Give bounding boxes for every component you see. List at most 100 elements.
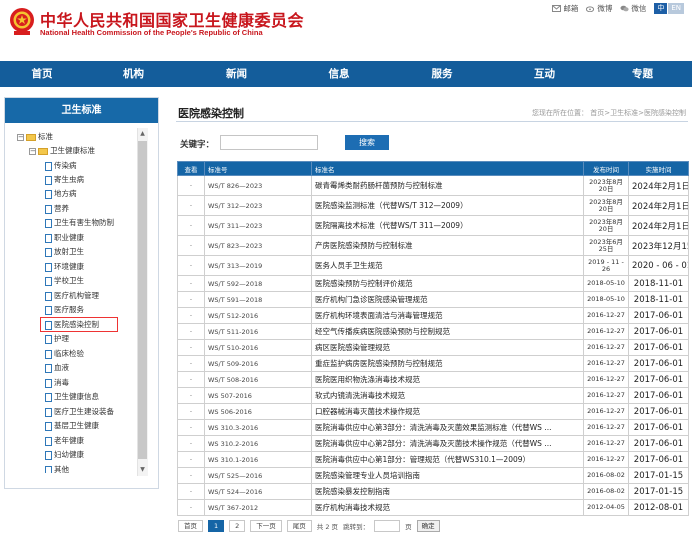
standard-name-link[interactable]: 医疗机构门急诊医院感染管理规范 [311, 291, 584, 308]
tree-item[interactable]: 放射卫生 [45, 246, 84, 258]
collapse-icon[interactable]: − [29, 147, 36, 155]
nav-topics[interactable]: 专题 [593, 61, 692, 87]
standard-name-link[interactable]: 软式内镜清洗消毒技术规范 [311, 387, 584, 404]
tree-item[interactable]: 医疗机构管理 [45, 290, 99, 302]
table-row[interactable]: · WS 310.2-2016 医院消毒供应中心第2部分：清洗消毒及灭菌技术操作规范… [177, 435, 689, 452]
page-1-button[interactable]: 1 [208, 520, 225, 532]
table-row[interactable]: · WS/T 509-2016 重症监护病房医院感染预防与控制规范 2016-12-2… [177, 355, 689, 372]
jump-page-input[interactable] [374, 520, 401, 532]
tree-item[interactable]: 营养 [45, 203, 69, 215]
standard-name-link[interactable]: 经空气传播疾病医院感染预防与控制规范 [311, 323, 584, 340]
published-date: 2016-12-27 [583, 435, 629, 452]
tree-item[interactable]: 妇幼健康 [45, 449, 84, 461]
lang-en-button[interactable]: EN [668, 3, 684, 14]
nav-home[interactable]: 首页 [0, 61, 84, 87]
tree-item[interactable]: 老年健康 [45, 435, 84, 447]
tree-item[interactable]: 卫生有害生物防制 [45, 217, 114, 229]
tree-item[interactable]: 职业健康 [45, 232, 84, 244]
standard-name-link[interactable]: 医疗机构消毒技术规范 [311, 499, 584, 516]
table-row[interactable]: · WS/T 510-2016 病区医院感染管理规范 2016-12-27 2017-0… [177, 339, 689, 356]
standard-name-link[interactable]: 医院消毒供应中心第2部分：清洗消毒及灭菌技术操作规范（代替WS ... [311, 435, 584, 452]
table-row[interactable]: · WS/T 512-2016 医疗机构环境表面清洁与消毒管理规范 2016-12-2… [177, 307, 689, 324]
table-row[interactable]: · WS/T 826—2023 碳青霉烯类耐药肠杆菌预防与控制标准 2023年8月20… [177, 175, 689, 196]
standard-name-link[interactable]: 重症监护病房医院感染预防与控制规范 [311, 355, 584, 372]
table-row[interactable]: · WS/T 592—2018 医院感染预防与控制评价规范 2018-05-10 201… [177, 275, 689, 292]
standard-name-link[interactable]: 医院隔离技术标准（代替WS/T 311—2009） [311, 215, 584, 236]
table-row[interactable]: · WS/T 311—2023 医院隔离技术标准（代替WS/T 311—2009） 2… [177, 215, 689, 236]
tree-item[interactable]: 护理 [45, 333, 69, 345]
table-row[interactable]: · WS 310.3-2016 医院消毒供应中心第3部分：清洗消毒及灭菌效果监测标准… [177, 419, 689, 436]
scroll-down-icon[interactable]: ▼ [138, 465, 147, 475]
table-row[interactable]: · WS/T 313—2019 医务人员手卫生规范 2019 - 11 - 26 202… [177, 255, 689, 276]
document-icon [45, 465, 52, 473]
last-page-button[interactable]: 尾页 [286, 520, 312, 532]
collapse-icon[interactable]: − [17, 133, 24, 141]
tree-item[interactable]: 基层卫生健康 [45, 420, 99, 432]
standard-name-link[interactable]: 医院消毒供应中心第1部分：管理规范（代替WS310.1—2009） [311, 451, 584, 468]
tree-item[interactable]: 血液 [45, 362, 69, 374]
tree-group[interactable]: − 卫生健康标准 [29, 145, 95, 157]
tree-item[interactable]: 寄生虫病 [45, 174, 84, 186]
table-row[interactable]: · WS/T 524—2016 医院感染暴发控制指南 2016-08-02 2017-0… [177, 483, 689, 500]
tree-item[interactable]: 学校卫生 [45, 275, 84, 287]
standard-name-link[interactable]: 医务人员手卫生规范 [311, 255, 584, 276]
table-row[interactable]: · WS/T 312—2023 医院感染监测标准（代替WS/T 312—2009） 2… [177, 195, 689, 216]
table-row[interactable]: · WS/T 508-2016 医院医用织物洗涤消毒技术规范 2016-12-27 20… [177, 371, 689, 388]
tree-item[interactable]: 临床检验 [45, 348, 84, 360]
go-button[interactable]: 确定 [416, 520, 440, 532]
nav-organization[interactable]: 机构 [84, 61, 183, 87]
first-page-button[interactable]: 首页 [178, 520, 203, 532]
standard-name-link[interactable]: 医院感染管理专业人员培训指南 [311, 467, 584, 484]
tree-item-label: 妇幼健康 [54, 450, 84, 459]
standard-name-link[interactable]: 医疗机构环境表面清洁与消毒管理规范 [311, 307, 584, 324]
tree-item[interactable]: 卫生健康信息 [45, 391, 99, 403]
tree-item[interactable]: 医疗卫生建设装备 [45, 406, 114, 418]
nav-information[interactable]: 信息 [290, 61, 388, 87]
tree-root[interactable]: − 标准 [17, 131, 53, 143]
table-row[interactable]: · WS/T 367-2012 医疗机构消毒技术规范 2012-04-05 2012-0… [177, 499, 689, 516]
keyword-input[interactable] [220, 135, 318, 150]
national-emblem-icon[interactable] [8, 7, 36, 37]
tree-item-label: 医疗卫生建设装备 [54, 407, 114, 416]
table-row[interactable]: · WS/T 525—2016 医院感染管理专业人员培训指南 2016-08-02 20… [177, 467, 689, 484]
table-row[interactable]: · WS/T 591—2018 医疗机构门急诊医院感染管理规范 2018-05-10 2… [177, 291, 689, 308]
nav-services[interactable]: 服务 [388, 61, 496, 87]
col-effective-header: 实施时间 [628, 161, 689, 176]
document-icon [45, 233, 52, 243]
search-button[interactable]: 搜索 [345, 135, 389, 150]
tree-item[interactable]: 消毒 [45, 377, 69, 389]
scroll-up-icon[interactable]: ▲ [138, 129, 147, 139]
tree-item[interactable]: 传染病 [45, 160, 77, 172]
table-row[interactable]: · WS/T 823—2023 产房医院感染预防与控制标准 2023年6月25日 202… [177, 235, 689, 256]
nav-news[interactable]: 新闻 [183, 61, 290, 87]
standard-name-link[interactable]: 医院消毒供应中心第3部分：清洗消毒及灭菌效果监测标准（代替WS ... [311, 419, 584, 436]
next-page-button[interactable]: 下一页 [250, 520, 282, 532]
tree-item[interactable]: 其他 [45, 464, 69, 473]
lang-zh-button[interactable]: 中 [654, 3, 668, 14]
tree-item[interactable]: 环境健康 [45, 261, 84, 273]
published-date: 2023年8月20日 [583, 195, 629, 216]
wechat-link[interactable]: 微信 [620, 3, 646, 14]
standard-name-link[interactable]: 医院感染监测标准（代替WS/T 312—2009） [311, 195, 584, 216]
tree-root-label: 标准 [38, 132, 53, 141]
tree-item-label: 临床检验 [54, 349, 84, 358]
standard-name-link[interactable]: 口腔器械消毒灭菌技术操作规范 [311, 403, 584, 420]
standard-name-link[interactable]: 医院感染预防与控制评价规范 [311, 275, 584, 292]
weibo-link[interactable]: 微博 [586, 3, 612, 14]
tree-item[interactable]: 地方病 [45, 188, 77, 200]
standard-name-link[interactable]: 病区医院感染管理规范 [311, 339, 584, 356]
page-2-button[interactable]: 2 [229, 520, 246, 532]
standard-name-link[interactable]: 医院医用织物洗涤消毒技术规范 [311, 371, 584, 388]
tree-item[interactable]: 医疗服务 [45, 304, 84, 316]
table-row[interactable]: · WS/T 511-2016 经空气传播疾病医院感染预防与控制规范 2016-12-… [177, 323, 689, 340]
view-cell: · [177, 451, 205, 468]
table-row[interactable]: · WS 310.1-2016 医院消毒供应中心第1部分：管理规范（代替WS310.… [177, 451, 689, 468]
table-row[interactable]: · WS 506-2016 口腔器械消毒灭菌技术操作规范 2016-12-27 2017… [177, 403, 689, 420]
mail-link[interactable]: 邮箱 [552, 3, 578, 14]
standard-name-link[interactable]: 碳青霉烯类耐药肠杆菌预防与控制标准 [311, 175, 584, 196]
standard-name-link[interactable]: 产房医院感染预防与控制标准 [311, 235, 584, 256]
standard-name-link[interactable]: 医院感染暴发控制指南 [311, 483, 584, 500]
nav-interaction[interactable]: 互动 [496, 61, 593, 87]
scrollbar-thumb[interactable] [138, 141, 147, 459]
table-row[interactable]: · WS 507-2016 软式内镜清洗消毒技术规范 2016-12-27 2017-0… [177, 387, 689, 404]
